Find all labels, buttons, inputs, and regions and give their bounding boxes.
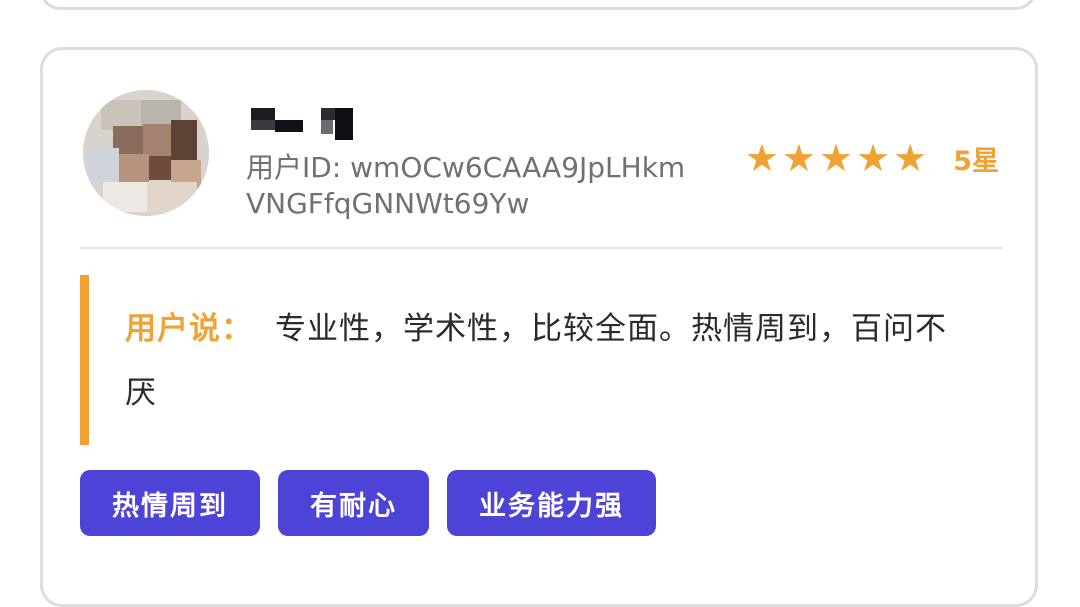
star-icon: ★ [856,136,891,180]
review-card: 用户ID: wmOCw6CAAA9JpLHkmVNGFfqGNNWt69Yw ★… [40,47,1038,607]
avatar [83,90,209,216]
quote-label: 用户说： [125,311,253,347]
divider [80,247,1003,249]
star-icon: ★ [893,136,928,180]
review-text: 用户说： 专业性，学术性，比较全面。热情周到，百问不厌 [125,297,960,425]
user-name-redacted [251,108,361,148]
tag-chip[interactable]: 业务能力强 [447,470,656,536]
star-icon: ★ [744,136,779,180]
review-tags: 热情周到 有耐心 业务能力强 [80,470,656,536]
star-icon: ★ [781,136,816,180]
tag-chip[interactable]: 热情周到 [80,470,260,536]
star-icon: ★ [818,136,854,180]
tag-chip[interactable]: 有耐心 [278,470,429,536]
review-quote: 用户说： 专业性，学术性，比较全面。热情周到，百问不厌 [80,275,960,445]
rating-label: 5星 [953,145,999,177]
user-id-text: 用户ID: wmOCw6CAAA9JpLHkmVNGFfqGNNWt69Yw [246,151,686,220]
rating: ★ ★ ★ ★ ★ 5星 [745,138,999,178]
previous-review-card [40,0,1036,10]
star-rating: ★ ★ ★ ★ ★ [745,138,927,178]
